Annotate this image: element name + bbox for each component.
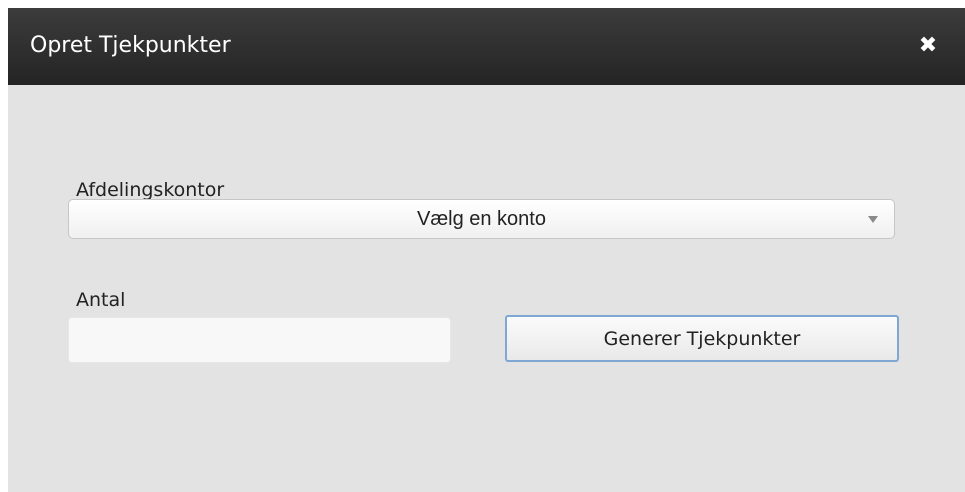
branch-office-select-value: Vælg en konto <box>417 208 546 230</box>
quantity-input[interactable] <box>68 317 451 363</box>
generate-checkpoints-button[interactable]: Generer Tjekpunkter <box>505 315 899 362</box>
chevron-down-icon <box>868 216 878 223</box>
branch-office-select[interactable]: Vælg en konto <box>68 199 895 239</box>
quantity-label: Antal <box>76 289 126 311</box>
create-checkpoints-dialog: Opret Tjekpunkter ✖ <box>8 8 965 492</box>
dialog-titlebar: Opret Tjekpunkter ✖ <box>8 8 965 85</box>
close-icon[interactable]: ✖ <box>916 32 940 60</box>
dialog-title: Opret Tjekpunkter <box>30 33 231 58</box>
